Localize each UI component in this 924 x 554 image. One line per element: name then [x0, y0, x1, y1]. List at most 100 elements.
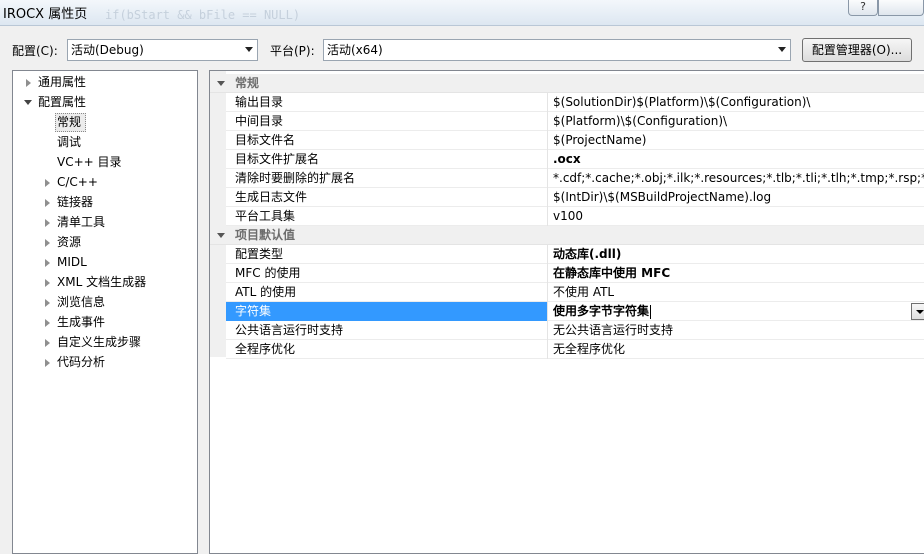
property-name: ATL 的使用 [226, 283, 548, 302]
property-value: 不使用 ATL [553, 283, 924, 302]
property-name: 中间目录 [226, 112, 548, 131]
tree-item-label: MIDL [57, 255, 87, 269]
tree-item-label: 常规 [57, 115, 82, 129]
grid-gutter [210, 71, 226, 357]
tree-item-label: 生成事件 [57, 315, 106, 329]
property-value-text: 无全程序优化 [553, 342, 626, 356]
tree-item-label: 通用属性 [38, 75, 87, 89]
property-value-text: v100 [553, 209, 584, 223]
property-row[interactable]: ATL 的使用 不使用 ATL [226, 283, 924, 302]
expand-icon[interactable] [45, 339, 50, 347]
property-name: 公共语言运行时支持 [226, 321, 548, 340]
tree-item[interactable]: 资源 [13, 233, 197, 252]
property-value: v100 [553, 207, 924, 226]
expand-icon[interactable] [26, 79, 31, 87]
property-tree[interactable]: 通用属性配置属性常规调试 VC++ 目录 C/C++ 链接器 清单工具资源 MIDL XML… [12, 70, 198, 554]
property-value: $(IntDir)\$(MSBuildProjectName).log [553, 188, 924, 207]
platform-select[interactable]: 活动(x64) [323, 39, 791, 61]
tree-item[interactable]: MIDL [13, 253, 197, 272]
category-label: 项目默认值 [235, 228, 296, 242]
property-value-text: 使用多字节字符集 [553, 304, 650, 318]
tree-item[interactable]: 常规 [13, 113, 197, 132]
tree-item[interactable]: 生成事件 [13, 313, 197, 332]
property-row[interactable]: MFC 的使用 在静态库中使用 MFC [226, 264, 924, 283]
property-value: 无全程序优化 [553, 340, 924, 359]
expand-icon[interactable] [45, 279, 50, 287]
expand-icon[interactable] [45, 299, 50, 307]
property-value-text: 动态库(.dll) [553, 247, 622, 261]
platform-select-value: 活动(x64) [327, 43, 383, 57]
property-value: *.cdf;*.cache;*.obj;*.ilk;*.resources;*.… [553, 169, 924, 188]
window-title: IROCX 属性页 [3, 7, 88, 22]
property-row[interactable]: 目标文件名 $(ProjectName) [226, 131, 924, 150]
close-button[interactable] [878, 0, 924, 16]
property-row[interactable]: 输出目录 $(SolutionDir)$(Platform)\$(Configur… [226, 93, 924, 112]
value-dropdown-button[interactable] [911, 303, 924, 320]
property-value-text: $(SolutionDir)$(Platform)\$(Configuratio… [553, 95, 811, 109]
chevron-down-icon [916, 310, 924, 314]
tree-item[interactable]: 调试 [13, 133, 197, 152]
property-value: $(ProjectName) [553, 131, 924, 150]
tree-item[interactable]: VC++ 目录 [13, 153, 197, 172]
help-button[interactable]: ? [848, 0, 878, 16]
title-bar: if(bStart && bFile == NULL) IROCX 属性页 ? [0, 0, 924, 26]
property-value-text: $(IntDir)\$(MSBuildProjectName).log [553, 190, 772, 204]
text-caret [650, 304, 652, 319]
property-row[interactable]: 清除时要删除的扩展名 *.cdf;*.cache;*.obj;*.ilk;*.re… [226, 169, 924, 188]
property-name: MFC 的使用 [226, 264, 548, 283]
tree-item[interactable]: 代码分析 [13, 353, 197, 372]
tree-item[interactable]: 通用属性 [13, 73, 197, 92]
tree-item-label: 调试 [57, 135, 82, 149]
tree-item[interactable]: 浏览信息 [13, 293, 197, 312]
expand-icon[interactable] [45, 239, 50, 247]
collapse-icon[interactable] [24, 100, 32, 105]
property-row[interactable]: 配置类型 动态库(.dll) [226, 245, 924, 264]
property-name: 生成日志文件 [226, 188, 548, 207]
collapse-icon [217, 81, 225, 86]
property-row[interactable]: 全程序优化 无全程序优化 [226, 340, 924, 359]
chevron-down-icon [245, 47, 253, 52]
expand-icon[interactable] [45, 179, 50, 187]
property-value: $(SolutionDir)$(Platform)\$(Configuratio… [553, 93, 924, 112]
tree-item-label: 自定义生成步骤 [57, 335, 142, 349]
property-value-text: 无公共语言运行时支持 [553, 323, 674, 337]
tree-item[interactable]: 链接器 [13, 193, 197, 212]
property-row[interactable]: 生成日志文件 $(IntDir)\$(MSBuildProjectName).lo… [226, 188, 924, 207]
platform-label: 平台(P): [270, 44, 315, 58]
property-row[interactable]: 中间目录 $(Platform)\$(Configuration)\ [226, 112, 924, 131]
tree-item-label: XML 文档生成器 [57, 275, 147, 289]
property-value: 在静态库中使用 MFC [553, 264, 924, 283]
property-name: 配置类型 [226, 245, 548, 264]
category-general[interactable]: 常规 [210, 74, 924, 93]
expand-icon[interactable] [45, 319, 50, 327]
tree-item[interactable]: 自定义生成步骤 [13, 333, 197, 352]
tree-item[interactable]: 清单工具 [13, 213, 197, 232]
tree-item[interactable]: XML 文档生成器 [13, 273, 197, 292]
config-select[interactable]: 活动(Debug) [67, 39, 258, 61]
expand-icon[interactable] [45, 199, 50, 207]
property-value-editor[interactable]: 使用多字节字符集 [553, 302, 924, 321]
config-manager-button[interactable]: 配置管理器(O)... [802, 38, 912, 62]
property-name: 平台工具集 [226, 207, 548, 226]
tree-item-label: 资源 [57, 235, 82, 249]
expand-icon[interactable] [45, 259, 50, 267]
property-value-text: 不使用 ATL [553, 285, 615, 299]
property-row[interactable]: 目标文件扩展名 .ocx [226, 150, 924, 169]
property-row[interactable]: 平台工具集 v100 [226, 207, 924, 226]
tree-item-label: C/C++ [57, 175, 98, 189]
property-value: .ocx [553, 150, 924, 169]
category-project-defaults[interactable]: 项目默认值 [210, 226, 924, 245]
tree-item[interactable]: 配置属性 [13, 93, 197, 112]
tree-item[interactable]: C/C++ [13, 173, 197, 192]
property-row[interactable]: 字符集 使用多字节字符集 [226, 302, 924, 321]
property-value: 动态库(.dll) [553, 245, 924, 264]
property-name: 字符集 [226, 302, 548, 321]
property-value-text: 在静态库中使用 MFC [553, 266, 671, 280]
property-grid[interactable]: 常规 输出目录 $(SolutionDir)$(Platform)\$(Confi… [209, 70, 924, 554]
property-value: $(Platform)\$(Configuration)\ [553, 112, 924, 131]
help-icon: ? [860, 0, 866, 13]
tree-item-label: 配置属性 [38, 95, 87, 109]
expand-icon[interactable] [45, 359, 50, 367]
property-row[interactable]: 公共语言运行时支持 无公共语言运行时支持 [226, 321, 924, 340]
expand-icon[interactable] [45, 219, 50, 227]
